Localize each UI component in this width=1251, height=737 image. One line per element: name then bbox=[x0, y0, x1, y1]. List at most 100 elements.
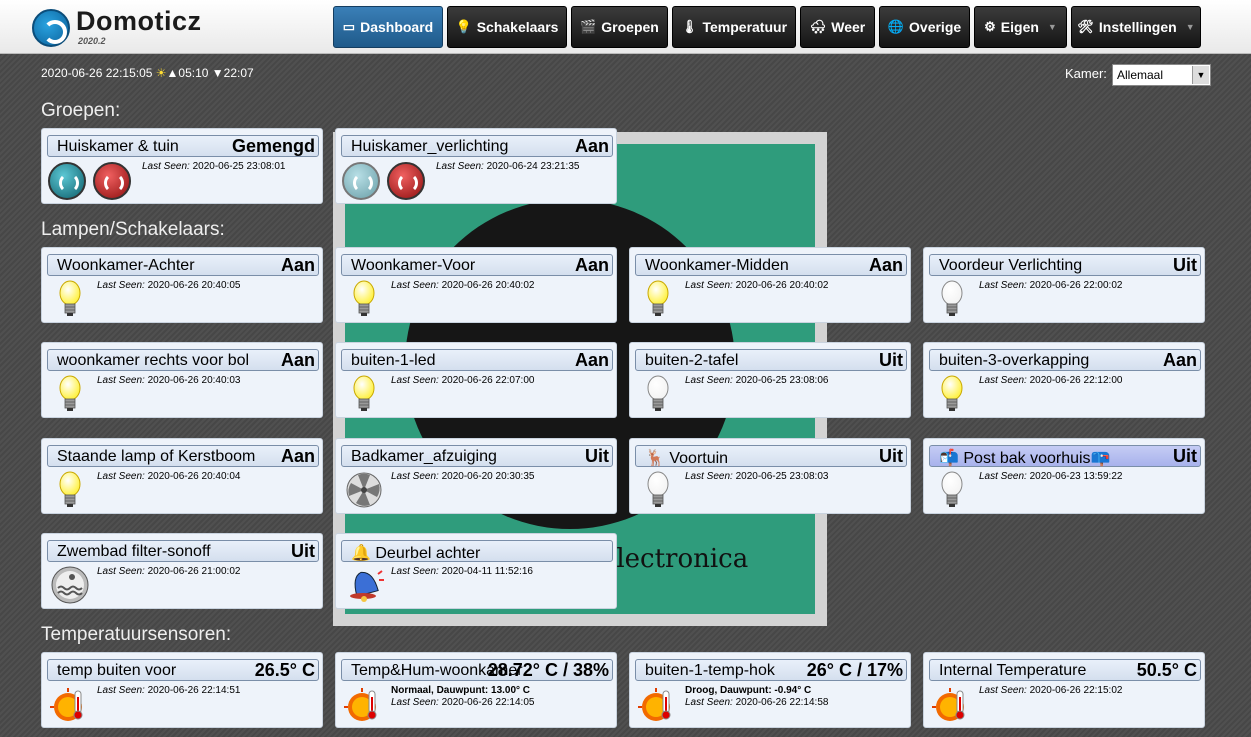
last-seen-label: Last Seen: bbox=[979, 280, 1027, 291]
last-seen-value: 2020-06-26 22:07:00 bbox=[441, 375, 535, 386]
nav-temperatuur[interactable]: 🌡 Temperatuur bbox=[672, 6, 796, 48]
temp-icon[interactable] bbox=[50, 683, 90, 725]
last-seen-value: 2020-06-26 20:40:02 bbox=[735, 280, 829, 291]
group-on-button[interactable] bbox=[48, 162, 86, 200]
group-tile[interactable]: Huiskamer & tuin Gemengd Last Seen: 2020… bbox=[41, 128, 323, 204]
bulb-on-icon[interactable] bbox=[50, 278, 90, 320]
last-seen-label: Last Seen: bbox=[97, 280, 145, 291]
room-select[interactable]: Allemaal ▼ bbox=[1112, 64, 1211, 86]
gear-icon: ⚙ bbox=[984, 19, 996, 34]
device-tile[interactable]: buiten-2-tafel Uit Last Seen: 2020-06-25 2… bbox=[629, 342, 911, 418]
last-seen: Last Seen: 2020-06-20 20:30:35 bbox=[391, 471, 534, 482]
device-name: buiten-3-overkapping bbox=[939, 352, 1090, 369]
device-tile[interactable]: buiten-1-led Aan Last Seen: 2020-06-26 22:… bbox=[335, 342, 617, 418]
tile-header: 🔔 Deurbel achter bbox=[341, 540, 613, 562]
tile-header: Woonkamer-Achter Aan bbox=[47, 254, 319, 276]
nav-groepen-label: Groepen bbox=[601, 19, 659, 35]
device-status: Uit bbox=[879, 350, 903, 370]
bulb-on-icon[interactable] bbox=[50, 373, 90, 415]
last-seen: Last Seen: 2020-06-26 22:14:51 bbox=[97, 685, 240, 696]
bulb-off-icon[interactable] bbox=[638, 469, 678, 511]
device-tile[interactable]: Temp&Hum-woonkamer 28.72° C / 38% Normaal,… bbox=[335, 652, 617, 728]
device-tile[interactable]: 🦌 Voortuin Uit Last Seen: 2020-06-25 23:08… bbox=[629, 438, 911, 514]
last-seen-value: 2020-06-26 22:00:02 bbox=[1029, 280, 1123, 291]
last-seen: Last Seen: 2020-06-26 20:40:05 bbox=[97, 280, 240, 291]
temp-icon[interactable] bbox=[344, 683, 384, 725]
room-select-value: Allemaal bbox=[1117, 68, 1164, 82]
tile-header: Zwembad filter-sonoff Uit bbox=[47, 540, 319, 562]
temp-icon[interactable] bbox=[932, 683, 972, 725]
nav-dashboard[interactable]: ▭ Dashboard bbox=[333, 6, 443, 48]
bulb-off-icon[interactable] bbox=[932, 278, 972, 320]
last-seen: Last Seen: 2020-06-25 23:08:01 bbox=[142, 161, 285, 172]
chevron-down-icon[interactable]: ▼ bbox=[1192, 66, 1209, 84]
temp-icon[interactable] bbox=[638, 683, 678, 725]
bulb-on-icon[interactable] bbox=[344, 278, 384, 320]
group-off-button[interactable] bbox=[93, 162, 131, 200]
last-seen-label: Last Seen: bbox=[391, 375, 439, 386]
device-tile[interactable]: Internal Temperature 50.5° C Last Seen: 20… bbox=[923, 652, 1205, 728]
bell-icon[interactable] bbox=[344, 564, 384, 606]
last-seen-value: 2020-06-25 23:08:06 bbox=[735, 375, 829, 386]
last-seen: Last Seen: 2020-06-26 22:14:05 bbox=[391, 697, 534, 708]
app-version: 2020.2 bbox=[78, 36, 106, 46]
device-tile[interactable]: buiten-1-temp-hok 26° C / 17% Droog, Dauwp… bbox=[629, 652, 911, 728]
tile-header: Woonkamer-Midden Aan bbox=[635, 254, 907, 276]
device-tile[interactable]: 🔔 Deurbel achter Last Seen: 2020-04-11 11… bbox=[335, 533, 617, 609]
nav-overige[interactable]: 🌐 Overige bbox=[879, 6, 970, 48]
last-seen-label: Last Seen: bbox=[97, 566, 145, 577]
device-status: Aan bbox=[280, 255, 315, 275]
top-bar: Domoticz 2020.2 ▭ Dashboard 💡 Schakelaar… bbox=[0, 0, 1251, 54]
last-seen-label: Last Seen: bbox=[979, 471, 1027, 482]
last-seen: Last Seen: 2020-06-26 22:00:02 bbox=[979, 280, 1122, 291]
device-tile[interactable]: Woonkamer-Achter Aan Last Seen: 2020-06-26… bbox=[41, 247, 323, 323]
device-tile[interactable]: Woonkamer-Voor Aan Last Seen: 2020-06-26 2… bbox=[335, 247, 617, 323]
nav-weer[interactable]: 🌨 Weer bbox=[800, 6, 875, 48]
sun-icon: ☀ bbox=[155, 66, 167, 80]
device-status: Aan bbox=[574, 136, 609, 156]
device-tile[interactable]: woonkamer rechts voor bol Aan Last Seen: 2… bbox=[41, 342, 323, 418]
tile-header: Staande lamp of Kerstboom Aan bbox=[47, 445, 319, 467]
last-seen-label: Last Seen: bbox=[685, 280, 733, 291]
bulb-on-icon[interactable] bbox=[638, 278, 678, 320]
tile-header: woonkamer rechts voor bol Aan bbox=[47, 349, 319, 371]
device-name: buiten-1-led bbox=[351, 352, 436, 369]
last-seen-value: 2020-06-20 20:30:35 bbox=[441, 471, 535, 482]
device-tile[interactable]: buiten-3-overkapping Aan Last Seen: 2020-0… bbox=[923, 342, 1205, 418]
device-tile[interactable]: Woonkamer-Midden Aan Last Seen: 2020-06-26… bbox=[629, 247, 911, 323]
device-tile[interactable]: 📬 Post bak voorhuis📪 Uit Last Seen: 2020-0… bbox=[923, 438, 1205, 514]
bulb-on-icon[interactable] bbox=[50, 469, 90, 511]
device-tile[interactable]: Zwembad filter-sonoff Uit Last Seen: 2020-… bbox=[41, 533, 323, 609]
device-tile[interactable]: Voordeur Verlichting Uit Last Seen: 2020-0… bbox=[923, 247, 1205, 323]
dashboard-icon: ▭ bbox=[342, 19, 356, 34]
group-tile[interactable]: Huiskamer_verlichting Aan Last Seen: 202… bbox=[335, 128, 617, 204]
nav-eigen[interactable]: ⚙ Eigen ▼ bbox=[974, 6, 1067, 48]
last-seen-value: 2020-06-26 21:00:02 bbox=[147, 566, 241, 577]
last-seen-label: Last Seen: bbox=[685, 697, 733, 708]
device-name: Internal Temperature bbox=[939, 662, 1087, 679]
device-tile[interactable]: temp buiten voor 26.5° C Last Seen: 2020-0… bbox=[41, 652, 323, 728]
device-status: 26.5° C bbox=[254, 660, 315, 680]
tile-header: 🦌 Voortuin Uit bbox=[635, 445, 907, 467]
nav-temperatuur-label: Temperatuur bbox=[702, 19, 788, 35]
bulb-on-icon[interactable] bbox=[344, 373, 384, 415]
bulb-off-icon[interactable] bbox=[638, 373, 678, 415]
nav-groepen[interactable]: 🎬 Groepen bbox=[571, 6, 668, 48]
group-on-button[interactable] bbox=[342, 162, 380, 200]
bulb-off-icon[interactable] bbox=[932, 469, 972, 511]
bulb-on-icon[interactable] bbox=[932, 373, 972, 415]
last-seen-value: 2020-06-26 22:14:51 bbox=[147, 685, 241, 696]
last-seen: Last Seen: 2020-06-26 22:07:00 bbox=[391, 375, 534, 386]
pool-icon[interactable] bbox=[50, 564, 90, 606]
nav-schakelaars[interactable]: 💡 Schakelaars bbox=[447, 6, 567, 48]
device-name: Staande lamp of Kerstboom bbox=[57, 448, 256, 465]
device-name: 🔔 Deurbel achter bbox=[351, 545, 481, 562]
fan-icon[interactable] bbox=[344, 469, 384, 511]
nav-instellingen[interactable]: 🛠 Instellingen ▼ bbox=[1071, 6, 1201, 48]
device-name: buiten-2-tafel bbox=[645, 352, 739, 369]
device-tile[interactable]: Staande lamp of Kerstboom Aan Last Seen: 2… bbox=[41, 438, 323, 514]
device-tile[interactable]: Badkamer_afzuiging Uit Last Seen: 2020-06-… bbox=[335, 438, 617, 514]
group-off-button[interactable] bbox=[387, 162, 425, 200]
nav-dashboard-label: Dashboard bbox=[360, 19, 434, 35]
tile-header: Woonkamer-Voor Aan bbox=[341, 254, 613, 276]
